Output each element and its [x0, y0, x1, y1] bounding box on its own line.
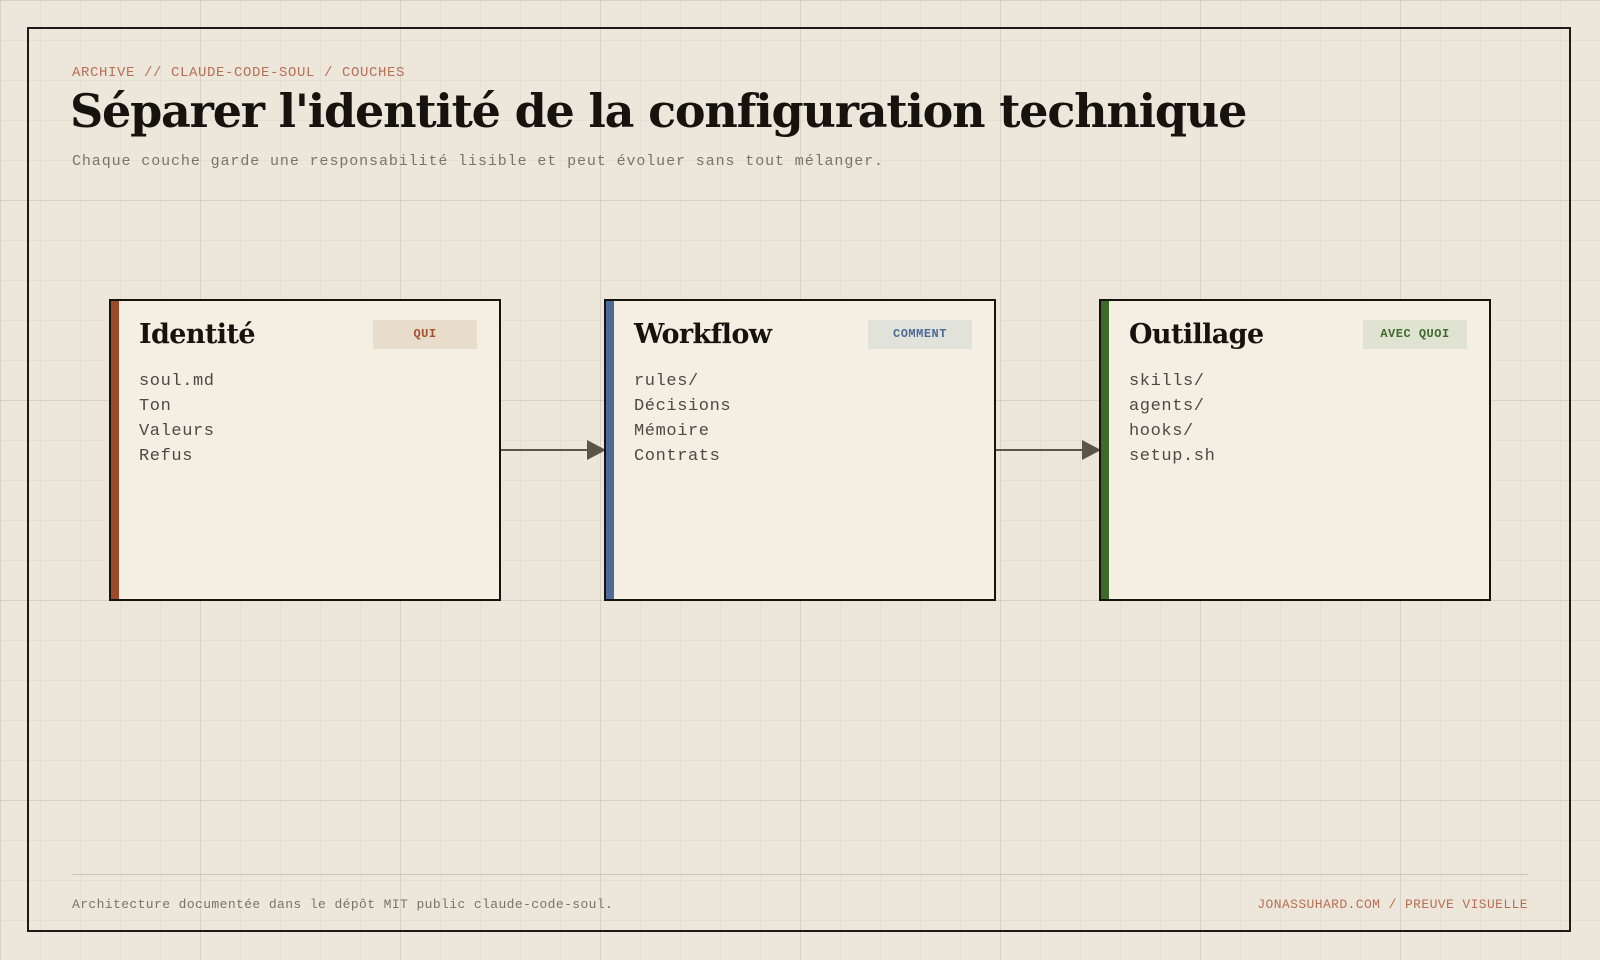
card-title: Identité: [139, 319, 256, 350]
layer-card-workflow: Workflow COMMENT rules/ Décisions Mémoir…: [604, 299, 996, 601]
card-item: hooks/: [1129, 422, 1194, 441]
card-item: Décisions: [634, 397, 732, 416]
card-badge: AVEC QUOI: [1363, 320, 1467, 349]
card-accent-stripe: [111, 301, 119, 599]
card-item: agents/: [1129, 397, 1205, 416]
card-item-list: skills/ agents/ hooks/ setup.sh: [1129, 369, 1215, 469]
page-subtitle: Chaque couche garde une responsabilité l…: [72, 153, 884, 170]
card-item: skills/: [1129, 372, 1205, 391]
card-badge: COMMENT: [868, 320, 972, 349]
card-item: Valeurs: [139, 422, 215, 441]
card-item: Ton: [139, 397, 172, 416]
card-item-list: soul.md Ton Valeurs Refus: [139, 369, 215, 469]
card-item: soul.md: [139, 372, 215, 391]
card-item: rules/: [634, 372, 699, 391]
card-accent-stripe: [1101, 301, 1109, 599]
card-accent-stripe: [606, 301, 614, 599]
card-item: Mémoire: [634, 422, 710, 441]
page-title: Séparer l'identité de la configuration t…: [70, 84, 1247, 138]
card-item: Refus: [139, 447, 194, 466]
footer-divider: [72, 874, 1528, 875]
breadcrumb: ARCHIVE // CLAUDE-CODE-SOUL / COUCHES: [72, 65, 406, 81]
layer-card-identite: Identité QUI soul.md Ton Valeurs Refus: [109, 299, 501, 601]
card-item: setup.sh: [1129, 447, 1216, 466]
footer-note: Architecture documentée dans le dépôt MI…: [72, 897, 614, 912]
layer-card-outillage: Outillage AVEC QUOI skills/ agents/ hook…: [1099, 299, 1491, 601]
footer-credit: JONASSUHARD.COM / PREUVE VISUELLE: [1257, 897, 1528, 912]
card-item-list: rules/ Décisions Mémoire Contrats: [634, 369, 731, 469]
card-title: Outillage: [1129, 319, 1264, 350]
card-title: Workflow: [634, 319, 772, 350]
card-item: Contrats: [634, 447, 721, 466]
card-badge: QUI: [373, 320, 477, 349]
